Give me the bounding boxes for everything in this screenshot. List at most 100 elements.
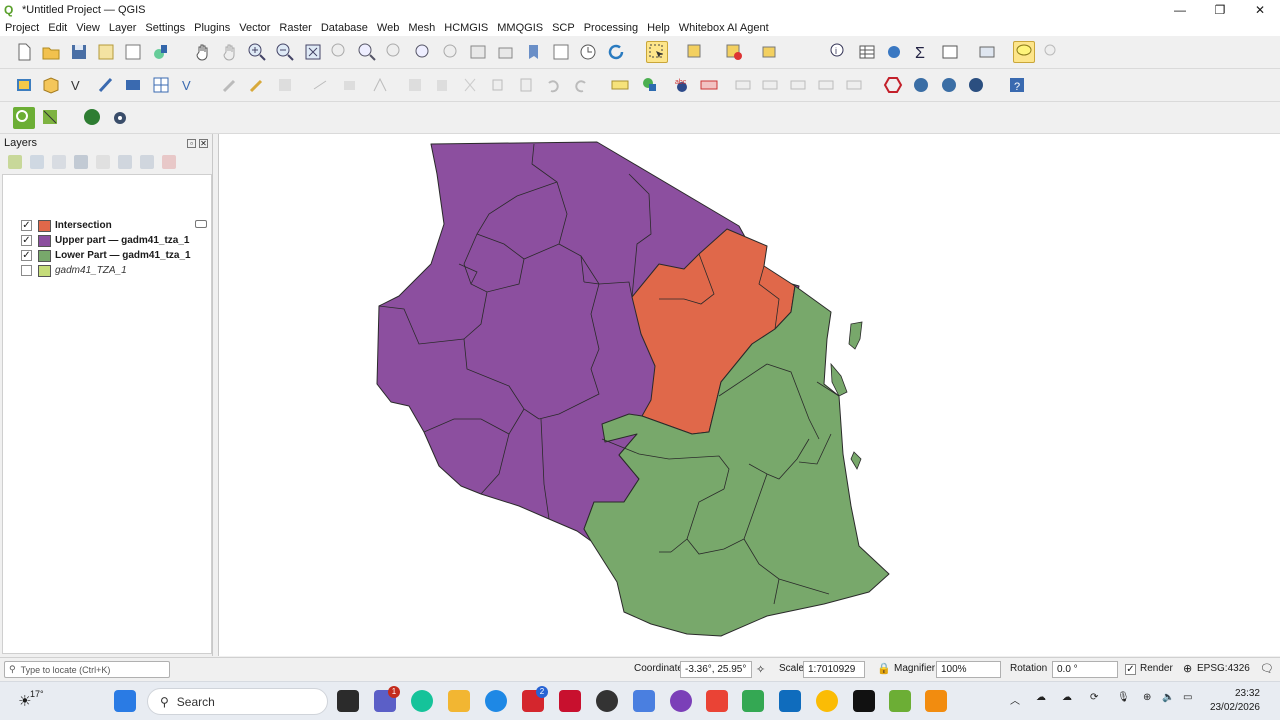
maps-icon[interactable] [742, 690, 764, 712]
layout-manager-icon[interactable] [123, 42, 143, 62]
grammarly-icon[interactable] [411, 690, 433, 712]
identify-features-icon[interactable]: i [829, 42, 849, 62]
layer-checkbox[interactable]: ✓ [21, 250, 32, 261]
windows-start-icon[interactable] [114, 690, 136, 712]
sync-icon[interactable]: ⟳ [1090, 692, 1098, 703]
layer-labeling-icon[interactable] [640, 75, 660, 95]
menu-mmqgis[interactable]: MMQGIS [492, 22, 547, 34]
minimize-button[interactable]: — [1160, 0, 1200, 20]
menu-web[interactable]: Web [372, 22, 403, 34]
web-globe-plugin-icon[interactable] [939, 75, 959, 95]
restore-button[interactable]: ❐ [1200, 0, 1240, 20]
locator-search[interactable]: ⚲ Type to locate (Ctrl+K) [4, 661, 170, 678]
show-map-tips-icon[interactable] [1013, 41, 1035, 63]
statistics-sum-icon[interactable]: Σ [911, 42, 931, 62]
globe-green-icon[interactable] [82, 107, 104, 129]
manage-visibility-icon[interactable] [52, 155, 66, 169]
menu-edit[interactable]: Edit [43, 22, 71, 34]
data-source-manager-icon[interactable] [14, 75, 34, 95]
new-shapefile-icon[interactable]: V [69, 75, 89, 95]
quickmapservices-icon[interactable] [13, 107, 35, 129]
open-layer-styling-icon[interactable] [8, 155, 22, 169]
new-project-icon[interactable] [14, 42, 34, 62]
todo-icon[interactable]: 2 [522, 686, 548, 712]
task-view-icon[interactable] [337, 690, 359, 712]
add-group-icon[interactable] [30, 155, 44, 169]
float-panel-button[interactable]: ▫ [187, 138, 196, 148]
paste-features-icon[interactable] [516, 75, 536, 95]
taskbar-search[interactable]: ⚲ Search [147, 688, 328, 715]
new-virtual-layer-icon[interactable] [123, 75, 143, 95]
zoom-in-icon[interactable] [247, 42, 267, 62]
menu-vector[interactable]: Vector [234, 22, 274, 34]
attribute-table-icon[interactable] [857, 42, 877, 62]
delete-selected-icon[interactable] [432, 75, 452, 95]
scale-field[interactable]: 1:7010929 [803, 661, 865, 678]
menu-raster[interactable]: Raster [274, 22, 315, 34]
label-properties-icon[interactable] [844, 75, 864, 95]
redo-icon[interactable] [571, 75, 591, 95]
layer-symbol-swatch[interactable] [38, 219, 51, 232]
mcafee-icon[interactable] [559, 690, 581, 712]
network-icon[interactable]: ⊕ [1143, 692, 1151, 703]
open-project-icon[interactable] [41, 42, 61, 62]
geometry-tool-icon[interactable] [40, 107, 62, 129]
menu-view[interactable]: View [71, 22, 104, 34]
map-canvas[interactable] [218, 134, 1280, 656]
microphone-icon[interactable]: 🎙 [1117, 692, 1130, 703]
copy-features-icon[interactable] [488, 75, 508, 95]
crs-label[interactable]: EPSG:4326 [1197, 663, 1250, 674]
menu-help[interactable]: Help [642, 22, 674, 34]
deselect-features-icon[interactable] [724, 42, 744, 62]
remove-layer-icon[interactable] [162, 155, 176, 169]
menu-plugins[interactable]: Plugins [189, 22, 234, 34]
store-icon[interactable] [779, 690, 801, 712]
zoom-last-icon[interactable] [413, 42, 433, 62]
zoom-out-icon[interactable] [275, 42, 295, 62]
menu-mesh[interactable]: Mesh [403, 22, 439, 34]
new-3d-map-view-icon[interactable] [496, 42, 516, 62]
label-toolbar-icon[interactable] [610, 75, 630, 95]
lock-scale-icon[interactable]: 🔒 [877, 662, 891, 675]
new-geopackage-icon[interactable] [41, 75, 61, 95]
select-features-icon[interactable] [646, 41, 668, 63]
coordinate-field[interactable]: -3.36°, 25.95° [680, 661, 752, 678]
battery-icon[interactable]: ▭ [1183, 692, 1192, 703]
menu-project[interactable]: Project [0, 22, 43, 34]
measure-icon[interactable] [1042, 42, 1062, 62]
add-raster-icon[interactable] [151, 75, 171, 95]
file-explorer-icon[interactable] [448, 690, 470, 712]
rotation-field[interactable]: 0.0 ° [1052, 661, 1118, 678]
style-manager-icon[interactable] [151, 42, 171, 62]
expand-all-icon[interactable] [118, 155, 132, 169]
chatgpt-icon[interactable] [596, 690, 618, 712]
current-edits-icon[interactable] [220, 75, 240, 95]
toggle-editing-icon[interactable] [247, 75, 267, 95]
gear-plugin-icon[interactable] [110, 108, 130, 128]
filter-expression-icon[interactable] [96, 155, 110, 169]
save-edits-icon[interactable] [275, 75, 295, 95]
refresh-icon[interactable] [606, 42, 626, 62]
processing-toolbox-icon[interactable] [884, 42, 904, 62]
rotate-label-icon[interactable] [760, 75, 780, 95]
pan-icon[interactable] [193, 42, 213, 62]
teams-icon[interactable]: 1 [374, 686, 400, 712]
close-button[interactable]: ✕ [1240, 0, 1280, 20]
copilot-icon[interactable] [633, 690, 655, 712]
layer-symbol-swatch[interactable] [38, 234, 51, 247]
highlight-label-icon[interactable]: abc [672, 75, 692, 95]
menu-scp[interactable]: SCP [547, 22, 579, 34]
show-bookmarks-icon[interactable] [551, 42, 571, 62]
show-hide-labels-icon[interactable] [816, 75, 836, 95]
qgis-taskbar-icon[interactable] [889, 690, 911, 712]
add-feature-icon[interactable] [340, 75, 360, 95]
toggle-extents-icon[interactable]: ✧ [756, 663, 765, 676]
change-label-icon[interactable] [788, 75, 808, 95]
zoom-native-icon[interactable] [385, 42, 405, 62]
temporary-layer-indicator-icon[interactable] [195, 220, 207, 228]
menu-database[interactable]: Database [316, 22, 372, 34]
filter-legend-icon[interactable] [74, 155, 88, 169]
vlc-icon[interactable] [925, 690, 947, 712]
zoom-next-icon[interactable] [441, 42, 461, 62]
pin-label-icon[interactable] [699, 75, 719, 95]
